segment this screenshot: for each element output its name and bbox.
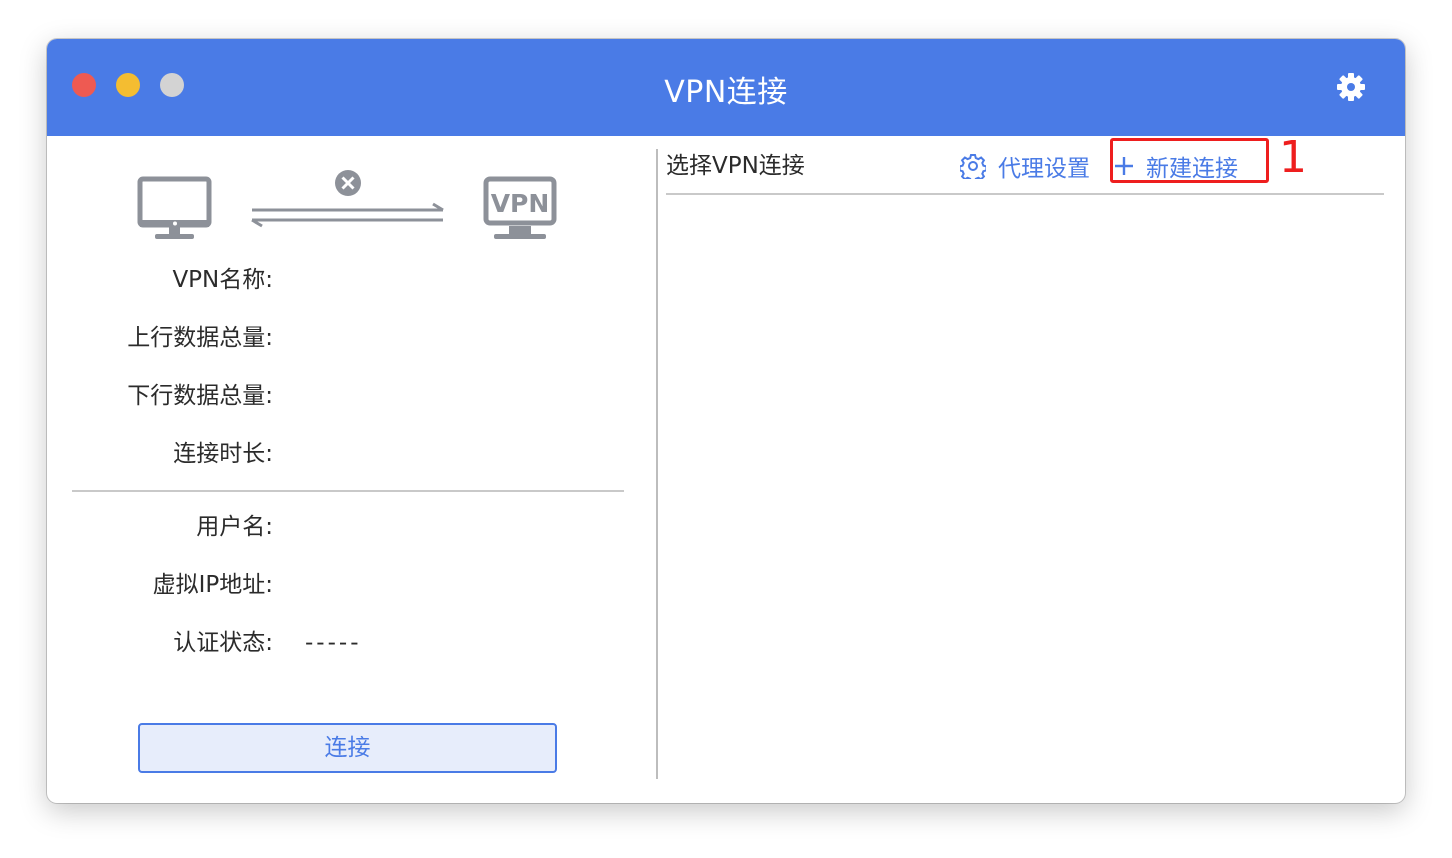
upload-total-label: 上行数据总量: [127, 325, 273, 351]
download-total-label: 下行数据总量: [127, 383, 273, 409]
virtual-ip-label: 虚拟IP地址: [152, 572, 273, 598]
auth-status-value: ----- [305, 630, 362, 656]
virtual-ip-row: 虚拟IP地址: [47, 568, 607, 602]
vpn-window: VPN 连接 VPN VPN名称: 上行数据总量: 下行数据总量: 连接时长: 用… [47, 39, 1405, 803]
panel-separator [656, 149, 658, 779]
select-vpn-title: 选择VPN连接 [666, 153, 805, 179]
window-title: VPN连接 [664, 75, 788, 110]
settings-outline-icon [960, 154, 986, 179]
annotation-step-number: 1 [1279, 132, 1307, 183]
duration-label: 连接时长: [173, 441, 273, 467]
gear-icon[interactable] [1336, 72, 1366, 102]
duration-row: 连接时长: [47, 437, 607, 471]
disconnected-icon [251, 170, 444, 228]
connection-info-panel: VPN VPN名称: 上行数据总量: 下行数据总量: 连接时长: 用户名: 虚拟… [47, 136, 656, 803]
vpn-name-row: VPN名称: [47, 263, 607, 297]
annotation-highlight-box [1110, 138, 1269, 183]
svg-text:VPN: VPN [491, 189, 550, 218]
vpn-server-icon: VPN [483, 176, 557, 239]
auth-status-label: 认证状态: [173, 630, 273, 656]
download-total-row: 下行数据总量: [47, 379, 607, 413]
monitor-icon [137, 176, 212, 239]
auth-status-row: 认证状态: ----- [47, 626, 607, 660]
username-row: 用户名: [47, 510, 607, 544]
right-divider [666, 193, 1384, 195]
proxy-settings-button[interactable]: 代理设置 [960, 149, 1090, 183]
username-label: 用户名: [196, 514, 273, 540]
upload-total-row: 上行数据总量: [47, 321, 607, 355]
divider [72, 490, 624, 492]
connect-button[interactable]: 连接 [138, 723, 557, 773]
vpn-name-label: VPN名称: [172, 267, 273, 293]
title-bar: VPN连接 [47, 39, 1405, 136]
vpn-connection-list[interactable] [666, 199, 1384, 779]
proxy-settings-label: 代理设置 [998, 156, 1090, 182]
